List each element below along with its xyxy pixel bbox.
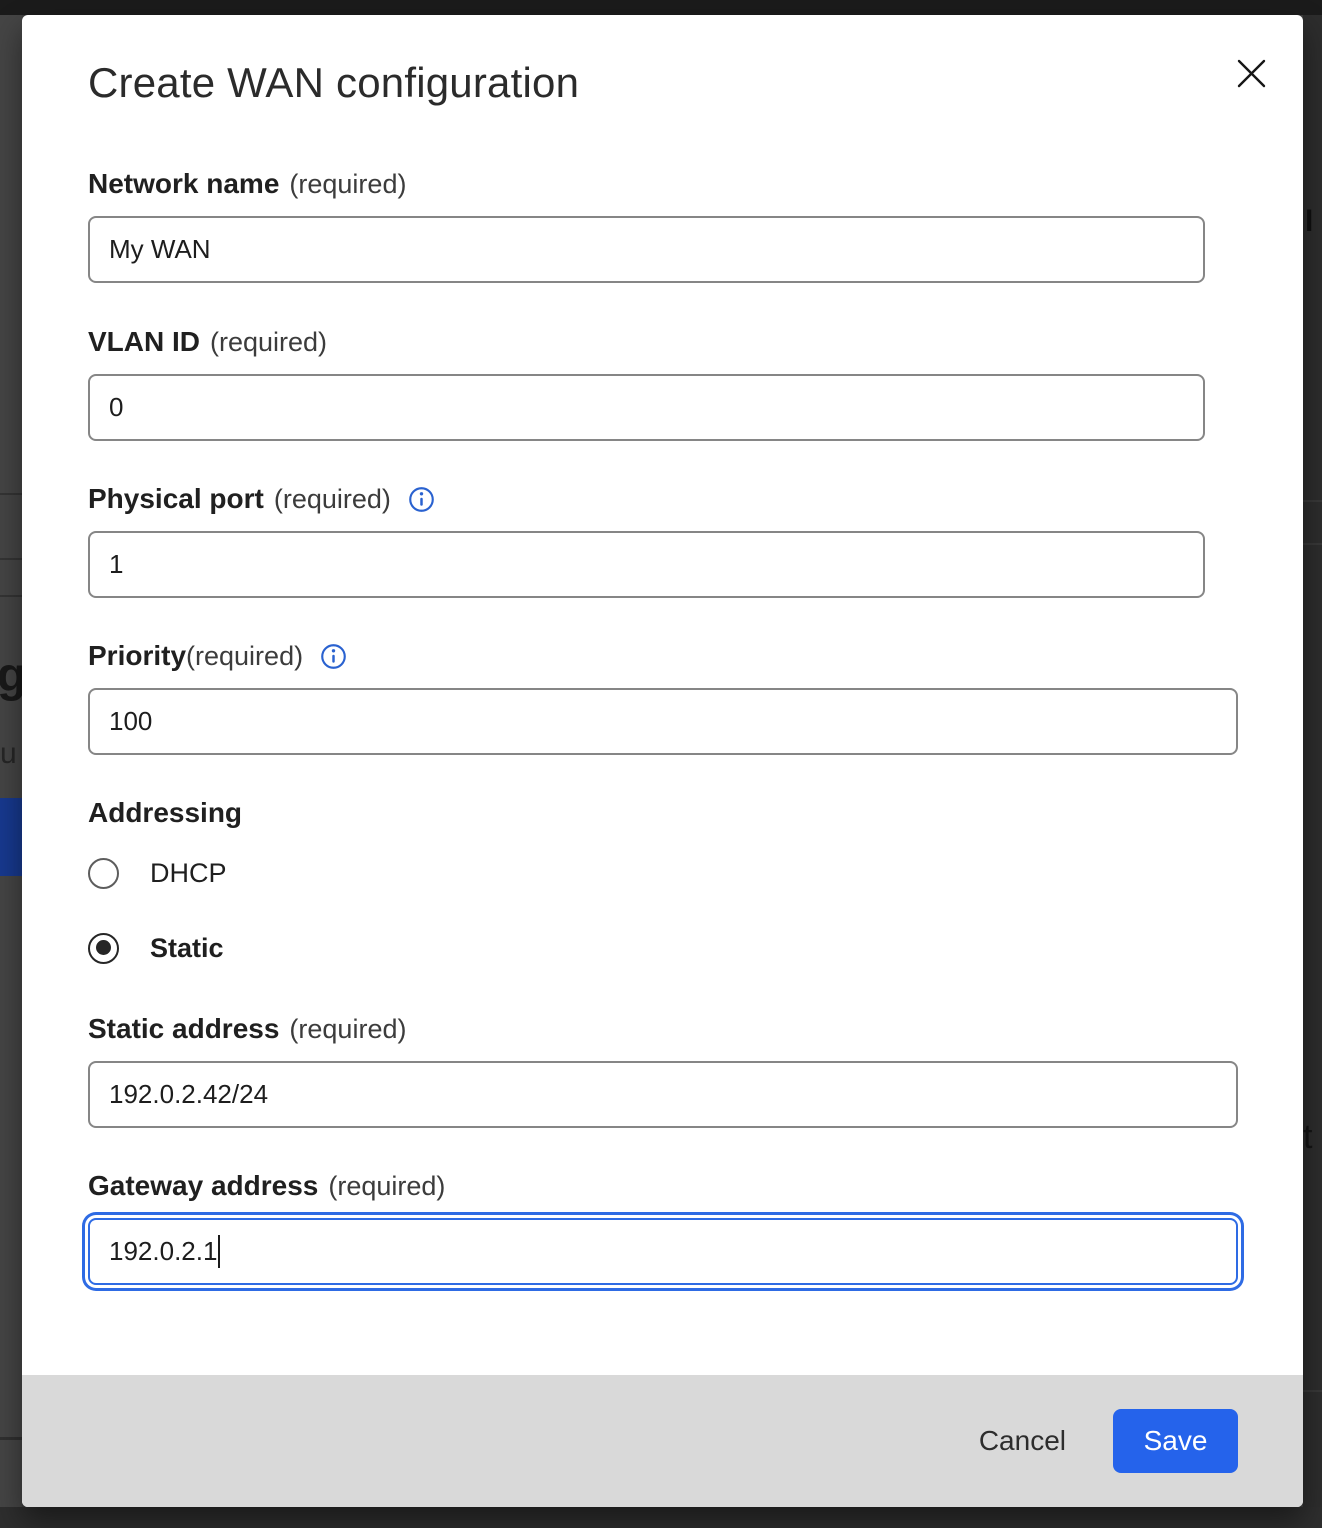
physical-port-group: Physical port (required) [88,483,1303,598]
background-table-line [0,493,22,495]
background-button-fragment [0,798,22,876]
network-name-label: Network name [88,168,279,200]
required-hint: (required) [186,641,303,672]
addressing-heading: Addressing [88,797,1303,829]
network-name-input[interactable] [88,216,1205,283]
background-table-line [0,595,22,597]
vlan-id-input[interactable] [88,374,1205,441]
info-icon[interactable] [408,486,435,513]
vlan-id-group: VLAN ID (required) [88,326,1303,441]
close-icon[interactable] [1229,51,1273,95]
required-hint: (required) [289,169,406,200]
background-text-fragment: t [1303,1118,1312,1157]
required-hint: (required) [274,484,391,515]
required-hint: (required) [289,1014,406,1045]
radio-label: DHCP [150,858,227,889]
addressing-option-dhcp[interactable]: DHCP [88,856,1303,890]
background-table-line [0,1437,22,1440]
priority-label: Priority [88,640,186,672]
required-hint: (required) [328,1171,445,1202]
background-table-line [1303,543,1322,545]
cancel-button[interactable]: Cancel [979,1425,1066,1457]
radio-checked-icon [88,933,119,964]
physical-port-input[interactable] [88,531,1205,598]
gateway-address-value: 192.0.2.1 [109,1236,217,1267]
gateway-address-input[interactable]: 192.0.2.1 [88,1218,1238,1285]
priority-group: Priority (required) [88,640,1303,755]
vlan-id-label: VLAN ID [88,326,200,358]
static-address-group: Static address (required) [88,1013,1303,1128]
static-address-input[interactable] [88,1061,1238,1128]
page-title: Create WAN configuration [88,58,1303,108]
background-text-fragment: u [0,737,17,771]
background-table-line [1303,500,1322,502]
radio-unchecked-icon [88,858,119,889]
background-table-line [0,558,22,560]
physical-port-label: Physical port [88,483,264,515]
overlay-top-band [0,0,1322,15]
overlay-left-strip: g u [0,15,22,1507]
overlay-right-strip: l t [1303,15,1322,1507]
background-text-fragment: l [1305,205,1313,239]
static-address-label: Static address [88,1013,279,1045]
gateway-address-label: Gateway address [88,1170,318,1202]
network-name-group: Network name (required) [88,168,1303,283]
close-icon-glyph [1235,57,1268,90]
gateway-address-group: Gateway address (required) 192.0.2.1 [88,1170,1303,1285]
background-text-fragment: g [0,648,22,703]
info-icon[interactable] [320,643,347,670]
background-table-line [1303,1390,1322,1392]
overlay-bottom-band [0,1507,1322,1528]
save-button[interactable]: Save [1113,1409,1238,1473]
required-hint: (required) [210,327,327,358]
create-wan-configuration-dialog: Create WAN configuration Network name (r… [22,15,1303,1507]
dialog-footer: Cancel Save [22,1375,1303,1507]
priority-input[interactable] [88,688,1238,755]
text-cursor [218,1235,220,1268]
addressing-option-static[interactable]: Static [88,931,1303,965]
radio-label: Static [150,933,224,964]
